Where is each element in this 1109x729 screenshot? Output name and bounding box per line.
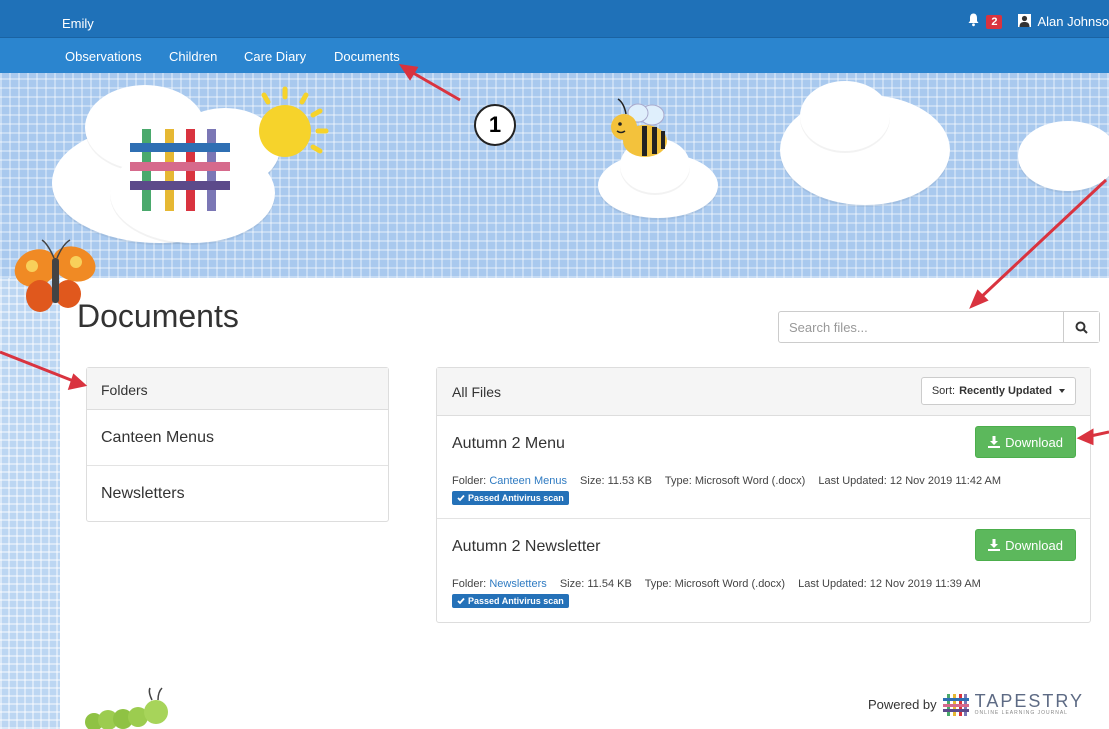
search-box (778, 311, 1100, 343)
file-name[interactable]: Autumn 2 Menu (452, 435, 565, 453)
tapestry-small-logo (942, 693, 969, 716)
file-folder-link[interactable]: Newsletters (489, 578, 546, 590)
child-name[interactable]: Emily (62, 16, 94, 31)
nav-care-diary[interactable]: Care Diary (244, 49, 306, 64)
file-size: 11.54 KB (587, 578, 632, 590)
search-icon (1075, 321, 1088, 334)
download-button[interactable]: Download (975, 529, 1076, 561)
files-heading: All Files (452, 384, 502, 400)
file-type: Microsoft Word (.docx) (674, 578, 786, 590)
file-size: 11.53 KB (607, 475, 653, 487)
nav-observations[interactable]: Observations (65, 49, 142, 64)
file-meta: Folder: Newsletters Size: 11.54 KB Type:… (452, 578, 981, 590)
powered-by-label: Powered by (868, 697, 937, 712)
header-banner: 1 (0, 73, 1109, 278)
cloud-illustration (1018, 121, 1109, 191)
bell-icon[interactable] (967, 13, 980, 30)
file-updated: 12 Nov 2019 11:39 AM (869, 578, 981, 590)
caterpillar-illustration (85, 687, 168, 729)
folder-item-newsletters[interactable]: Newsletters (87, 466, 388, 522)
folders-heading: Folders (87, 368, 388, 410)
antivirus-badge: Passed Antivirus scan (452, 594, 569, 608)
folder-item-canteen-menus[interactable]: Canteen Menus (87, 410, 388, 466)
nav-children[interactable]: Children (169, 49, 217, 64)
sort-dropdown[interactable]: Sort: Recently Updated (920, 377, 1076, 405)
folders-panel: Folders Canteen Menus Newsletters (86, 367, 389, 522)
download-icon (988, 436, 1001, 448)
user-icon (1018, 13, 1032, 30)
file-meta: Folder: Canteen Menus Size: 11.53 KB Typ… (452, 475, 1002, 487)
search-input[interactable] (779, 312, 1063, 342)
sort-label: Sort: (931, 385, 956, 397)
tapestry-brand[interactable]: TAPESTRY ONLINE LEARNING JOURNAL (975, 692, 1084, 716)
left-decorative-strip (0, 278, 60, 729)
download-label: Download (1005, 537, 1063, 553)
step-callout-1: 1 (474, 104, 516, 146)
files-panel-header: All Files Sort: Recently Updated (437, 368, 1090, 416)
file-name[interactable]: Autumn 2 Newsletter (452, 538, 601, 556)
main-nav: Observations Children Care Diary Documen… (0, 38, 1109, 73)
top-bar: Emily 2 Alan Johnso (0, 0, 1109, 38)
page-title: Documents (77, 298, 239, 334)
download-button[interactable]: Download (975, 426, 1076, 458)
tapestry-logo (130, 129, 230, 211)
files-panel: All Files Sort: Recently Updated Autumn … (436, 367, 1091, 623)
check-icon (457, 494, 465, 502)
file-updated: 12 Nov 2019 11:42 AM (889, 475, 1002, 487)
topbar-right: 2 Alan Johnso (967, 13, 1109, 30)
bee-illustration (611, 98, 667, 157)
file-row: Autumn 2 Menu Download Folder: Canteen M… (437, 416, 1090, 519)
file-type: Microsoft Word (.docx) (694, 475, 806, 487)
nav-documents[interactable]: Documents (334, 49, 400, 64)
notification-count-badge[interactable]: 2 (986, 14, 1003, 29)
search-button[interactable] (1063, 312, 1099, 342)
caret-down-icon (1059, 389, 1065, 393)
sort-value: Recently Updated (959, 385, 1052, 397)
cloud-illustration (800, 81, 890, 151)
download-label: Download (1005, 434, 1063, 450)
file-row: Autumn 2 Newsletter Download Folder: New… (437, 519, 1090, 624)
file-folder-link[interactable]: Canteen Menus (489, 475, 567, 487)
user-name[interactable]: Alan Johnso (1037, 14, 1109, 29)
download-icon (988, 539, 1001, 551)
antivirus-badge: Passed Antivirus scan (452, 491, 569, 505)
check-icon (457, 597, 465, 605)
powered-by: Powered by TAPESTRY ONLINE LEARNING JOUR… (868, 692, 1084, 716)
